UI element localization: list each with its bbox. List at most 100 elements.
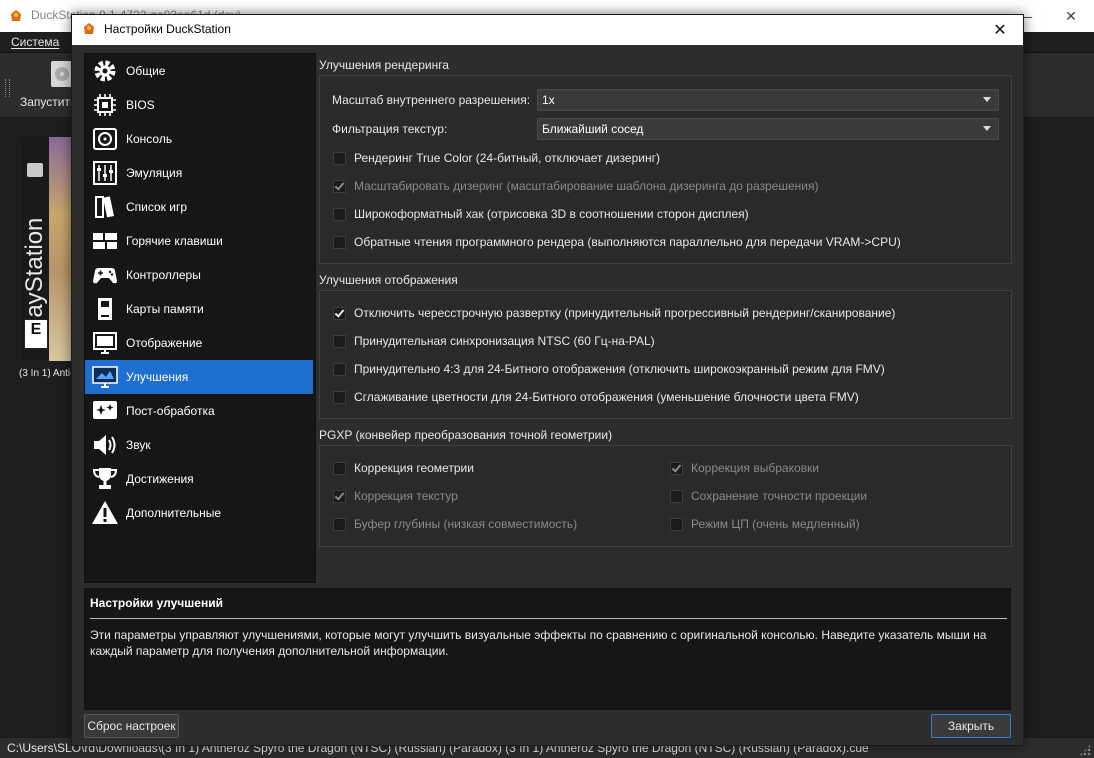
checkbox-label: Коррекция текстур <box>354 489 458 503</box>
checkbox-box[interactable] <box>670 517 683 531</box>
sidebar-item-general[interactable]: Общие <box>85 54 313 88</box>
menu-system[interactable]: Система <box>11 35 59 49</box>
close-icon[interactable]: ✕ <box>1048 0 1094 32</box>
duckstation-logo-icon <box>84 23 94 34</box>
sidebar-item-label: Контроллеры <box>126 268 201 282</box>
playstation-logo-icon <box>27 163 43 177</box>
true-color-checkbox[interactable]: Рендеринг True Color (24-битный, отключа… <box>333 151 660 165</box>
texture-filtering-label: Фильтрация текстур: <box>332 122 448 136</box>
resolution-scale-select[interactable]: 1x <box>537 89 999 111</box>
texture-filtering-select[interactable]: Ближайший сосед <box>537 118 999 140</box>
scaled-dithering-checkbox[interactable]: Масштабировать дизеринг (масштабирование… <box>333 179 819 193</box>
checkbox-label: Буфер глубины (низкая совместимость) <box>354 517 578 531</box>
dialog-close-icon[interactable]: ✕ <box>977 15 1023 45</box>
sidebar-item-audio[interactable]: Звук <box>85 428 313 462</box>
game-cover[interactable]: PlayStation E <box>21 137 71 361</box>
pgxp-culling-checkbox[interactable]: Коррекция выбраковки <box>670 461 819 475</box>
chevron-down-icon <box>983 97 991 102</box>
sidebar-item-display[interactable]: Отображение <box>85 326 313 360</box>
sidebar-item-label: Улучшения <box>126 370 189 384</box>
checkbox-label: Коррекция геометрии <box>354 461 474 475</box>
game-title-label[interactable]: (3 In 1) Anti- <box>19 368 73 379</box>
memory-card-icon <box>88 292 122 326</box>
sidebar-item-advanced[interactable]: Дополнительные <box>85 496 313 530</box>
texture-filtering-value: Ближайший сосед <box>542 122 644 136</box>
checkbox-box[interactable] <box>333 306 346 320</box>
toolbar-grip[interactable] <box>5 79 10 97</box>
checkbox-label: Широкоформатный хак (отрисовка 3D в соот… <box>354 207 749 221</box>
checkbox-box[interactable] <box>333 461 346 475</box>
checkbox-box[interactable] <box>333 207 346 221</box>
checkbox-box[interactable] <box>333 489 346 503</box>
checkbox-box[interactable] <box>333 390 346 404</box>
sidebar-item-console[interactable]: Консоль <box>85 122 313 156</box>
trophy-icon <box>88 462 122 496</box>
sidebar-item-memory-cards[interactable]: Карты памяти <box>85 292 313 326</box>
checkbox-label: Рендеринг True Color (24-битный, отключа… <box>354 151 660 165</box>
group-rendering: Масштаб внутреннего разрешения: 1x Фильт… <box>319 75 1012 264</box>
sidebar-item-post-processing[interactable]: Пост-обработка <box>85 394 313 428</box>
dialog-titlebar: Настройки DuckStation ✕ <box>72 15 1023 45</box>
checkbox-box[interactable] <box>333 179 346 193</box>
monitor-icon <box>88 326 122 360</box>
chevron-down-icon <box>983 126 991 131</box>
group-title-rendering: Улучшения рендеринга <box>319 58 449 72</box>
sidebar-item-label: Дополнительные <box>126 506 221 520</box>
sidebar-item-label: Общие <box>126 64 166 78</box>
sidebar-item-achievements[interactable]: Достижения <box>85 462 313 496</box>
sidebar-item-hotkeys[interactable]: Горячие клавиши <box>85 224 313 258</box>
description-divider <box>90 618 1007 619</box>
sidebar-item-enhancements[interactable]: Улучшения <box>85 360 313 394</box>
group-title-pgxp: PGXP (конвейер преобразования точной гео… <box>319 428 613 442</box>
sparkles-icon <box>88 394 122 428</box>
sidebar-item-game-list[interactable]: Список игр <box>85 190 313 224</box>
group-pgxp: Коррекция геометрии Коррекция текстур Бу… <box>319 445 1012 547</box>
sidebar-item-label: Горячие клавиши <box>126 234 223 248</box>
settings-dialog: Настройки DuckStation ✕ Общие BIOS Консо… <box>71 14 1024 746</box>
checkbox-box[interactable] <box>333 151 346 165</box>
force-4-3-checkbox[interactable]: Принудительно 4:3 для 24-Битного отображ… <box>333 362 885 376</box>
chroma-smoothing-checkbox[interactable]: Сглаживание цветности для 24-Битного ото… <box>333 390 859 404</box>
checkbox-box[interactable] <box>333 362 346 376</box>
group-title-display: Улучшения отображения <box>319 273 458 287</box>
console-icon <box>88 122 122 156</box>
checkbox-label: Отключить чересстрочную развертку (прину… <box>354 306 896 320</box>
toolbar-start-label[interactable]: Запустить <box>20 95 76 109</box>
keyboard-icon <box>88 224 122 258</box>
checkbox-box[interactable] <box>333 517 346 531</box>
checkbox-box[interactable] <box>670 489 683 503</box>
cover-art <box>49 137 71 361</box>
checkbox-box[interactable] <box>670 461 683 475</box>
checkbox-label: Принудительно 4:3 для 24-Битного отображ… <box>354 362 885 376</box>
close-button[interactable]: Закрыть <box>931 714 1011 738</box>
gear-icon <box>88 54 122 88</box>
reset-settings-button[interactable]: Сброс настроек <box>84 714 179 738</box>
sidebar-item-bios[interactable]: BIOS <box>85 88 313 122</box>
sidebar-item-label: Список игр <box>126 200 188 214</box>
resize-grip[interactable] <box>1079 744 1091 756</box>
force-ntsc-timings-checkbox[interactable]: Принудительная синхронизация NTSC (60 Гц… <box>333 334 655 348</box>
sidebar-item-emulation[interactable]: Эмуляция <box>85 156 313 190</box>
warning-icon <box>88 496 122 530</box>
sidebar-item-controllers[interactable]: Контроллеры <box>85 258 313 292</box>
dialog-title: Настройки DuckStation <box>104 22 231 36</box>
pgxp-texture-checkbox[interactable]: Коррекция текстур <box>333 489 458 503</box>
checkbox-label: Коррекция выбраковки <box>691 461 819 475</box>
monitor-enhance-icon <box>88 360 122 394</box>
settings-pane: Улучшения рендеринга Масштаб внутреннего… <box>319 53 1013 581</box>
speaker-icon <box>88 428 122 462</box>
widescreen-hack-checkbox[interactable]: Широкоформатный хак (отрисовка 3D в соот… <box>333 207 749 221</box>
sidebar-item-label: Карты памяти <box>126 302 204 316</box>
checkbox-box[interactable] <box>333 334 346 348</box>
pgxp-preserve-projection-checkbox[interactable]: Сохранение точности проекции <box>670 489 867 503</box>
checkbox-label: Обратные чтения программного рендера (вы… <box>354 235 901 249</box>
pgxp-depth-buffer-checkbox[interactable]: Буфер глубины (низкая совместимость) <box>333 517 577 531</box>
checkbox-box[interactable] <box>333 235 346 249</box>
checkbox-label: Принудительная синхронизация NTSC (60 Гц… <box>354 334 655 348</box>
pgxp-cpu-mode-checkbox[interactable]: Режим ЦП (очень медленный) <box>670 517 860 531</box>
software-readbacks-checkbox[interactable]: Обратные чтения программного рендера (вы… <box>333 235 901 249</box>
pgxp-geometry-checkbox[interactable]: Коррекция геометрии <box>333 461 474 475</box>
sliders-icon <box>88 156 122 190</box>
checkbox-label: Режим ЦП (очень медленный) <box>691 517 860 531</box>
disable-interlacing-checkbox[interactable]: Отключить чересстрочную развертку (прину… <box>333 306 895 320</box>
